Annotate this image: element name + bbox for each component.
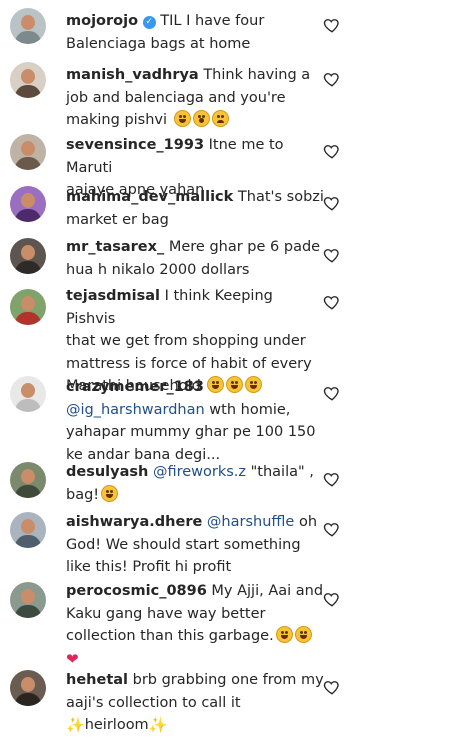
username[interactable]: perocosmic_0896	[66, 583, 207, 599]
comment-body: hua h nikalo 2000 dollars	[66, 261, 250, 278]
avatar[interactable]	[10, 134, 46, 170]
username[interactable]: tejasdmisal	[66, 288, 160, 304]
mention-link[interactable]: @fireworks.z	[153, 464, 246, 480]
comment-text: perocosmic_0896 My Ajji, Aai and Kaku ga…	[66, 580, 324, 670]
comment-text: mojorojo ✓ TIL I have four Balenciaga ba…	[66, 10, 324, 55]
comment-body: like this! Profit hi profit	[66, 559, 232, 575]
avatar[interactable]	[10, 62, 46, 98]
heart-outline-icon[interactable]	[323, 142, 341, 160]
comment-body: "thaila" ,	[250, 464, 314, 480]
comment-body: wth homie,	[209, 401, 291, 418]
avatar[interactable]	[10, 582, 46, 618]
heart-outline-icon[interactable]	[323, 293, 341, 311]
comment-body: market er bag	[66, 211, 169, 228]
comment-body: brb grabbing one from my	[132, 672, 324, 688]
comment-body: heirloom	[84, 717, 149, 733]
comment-body: oh	[298, 514, 318, 530]
heart-outline-icon[interactable]	[323, 16, 341, 34]
avatar[interactable]	[10, 512, 46, 548]
username[interactable]: mahima_dev_mallick	[66, 189, 233, 205]
heart-outline-icon[interactable]	[323, 678, 341, 696]
comment-body: That's sobzi	[237, 189, 324, 205]
comment-body: God! We should start something	[66, 536, 301, 553]
comment-body: TIL I have four	[160, 13, 265, 29]
username[interactable]: desulyash	[66, 464, 148, 480]
comment-body: collection than this garbage.	[66, 628, 274, 644]
avatar[interactable]	[10, 8, 46, 44]
comment-text: mahima_dev_mallick That's sobzi market e…	[66, 186, 324, 231]
heart-outline-icon[interactable]	[323, 520, 341, 538]
avatar[interactable]	[10, 186, 46, 222]
comment-body: Mere ghar pe 6 pade	[168, 239, 321, 255]
comment-body: job and balenciaga and you're	[66, 89, 286, 106]
comment-text: crazymemer_183 @ig_harshwardhan wth homi…	[66, 376, 324, 466]
username[interactable]: mr_tasarex_	[66, 239, 164, 255]
avatar[interactable]	[10, 289, 46, 325]
comment-body: My Ajji, Aai and	[211, 583, 324, 599]
username[interactable]: sevensince_1993	[66, 137, 204, 153]
heart-outline-icon[interactable]	[323, 246, 341, 264]
comment-body: that we get from shopping under	[66, 333, 306, 349]
comment-body: aaji's collection to call it	[66, 694, 241, 711]
avatar[interactable]	[10, 670, 46, 706]
laughing-emoji-icon	[294, 626, 312, 643]
comment-body: bag!	[66, 486, 100, 503]
comment-body: making pishvi	[66, 112, 168, 128]
heart-outline-icon[interactable]	[323, 384, 341, 402]
mention-link[interactable]: @harshuffle	[207, 514, 294, 530]
comment-body: Think having a	[203, 67, 311, 83]
verified-badge-icon: ✓	[142, 16, 156, 29]
comment-text: hehetal brb grabbing one from my aaji's …	[66, 669, 324, 737]
username[interactable]: aishwarya.dhere	[66, 514, 202, 530]
comment-body: mattress is force of habit of every	[66, 355, 312, 372]
comment-text: manish_vadhrya Think having a job and ba…	[66, 64, 324, 132]
heart-outline-icon[interactable]	[323, 70, 341, 88]
sad-emoji-icon	[211, 110, 229, 127]
comment-text: mr_tasarex_ Mere ghar pe 6 pade hua h ni…	[66, 236, 324, 281]
sparkles-emoji-icon: ✨	[66, 716, 85, 734]
comment-body: Kaku gang have way better	[66, 605, 266, 622]
comment-text: aishwarya.dhere @harshuffle oh God! We s…	[66, 511, 324, 579]
mention-link[interactable]: @ig_harshwardhan	[66, 402, 205, 418]
heart-outline-icon[interactable]	[323, 590, 341, 608]
username[interactable]: mojorojo	[66, 13, 138, 29]
crying-emoji-icon	[192, 110, 210, 127]
heart-outline-icon[interactable]	[323, 470, 341, 488]
sparkles-emoji-icon: ✨	[148, 716, 168, 734]
comment-body: Balenciaga bags at home	[66, 35, 251, 52]
username[interactable]: manish_vadhrya	[66, 67, 199, 83]
comment-body: yahapar mummy ghar pe 100 150	[66, 424, 316, 440]
comment-text: desulyash @fireworks.z "thaila" , bag!	[66, 461, 324, 506]
red-heart-emoji-icon: ❤	[66, 649, 79, 668]
username[interactable]: crazymemer_183	[66, 379, 204, 395]
avatar[interactable]	[10, 238, 46, 274]
laughing-emoji-icon	[173, 110, 191, 127]
laughing-emoji-icon	[101, 484, 119, 502]
username[interactable]: hehetal	[66, 672, 128, 688]
avatar[interactable]	[10, 376, 46, 412]
heart-outline-icon[interactable]	[323, 194, 341, 212]
laughing-emoji-icon	[275, 626, 293, 643]
avatar[interactable]	[10, 462, 46, 498]
comment-list: mojorojo ✓ TIL I have four Balenciaga ba…	[0, 0, 474, 740]
